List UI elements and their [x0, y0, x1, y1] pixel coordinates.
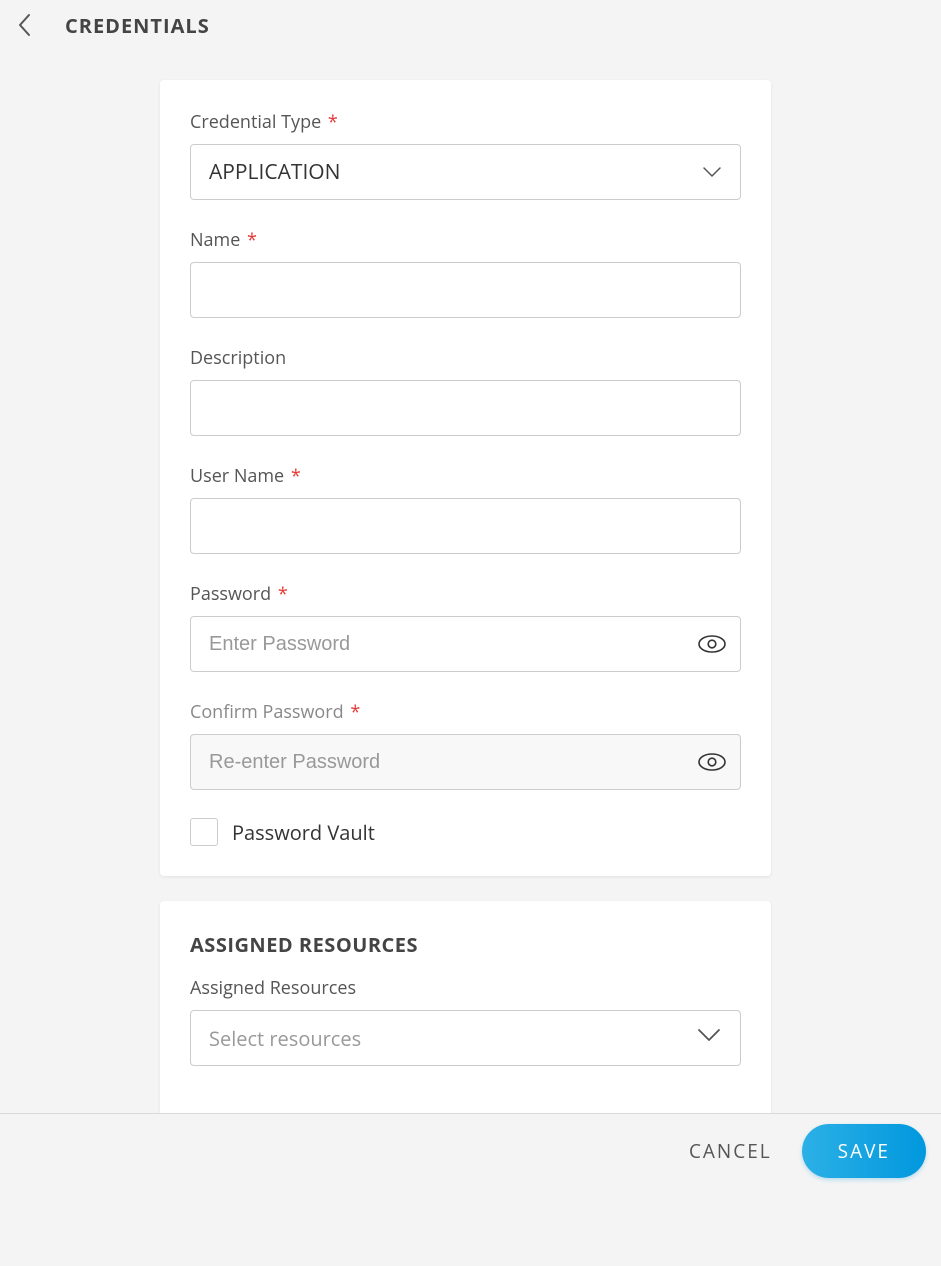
- assigned-resources-placeholder: Select resources: [209, 1025, 361, 1052]
- field-confirm-password: Confirm Password *: [190, 700, 741, 790]
- field-description: Description: [190, 346, 741, 436]
- password-input[interactable]: [190, 616, 741, 672]
- label-password: Password *: [190, 582, 741, 606]
- eye-icon: [698, 753, 726, 771]
- field-assigned-resources: Assigned Resources Select resources: [190, 976, 741, 1066]
- chevron-down-icon: [702, 158, 722, 186]
- password-vault-row: Password Vault: [190, 818, 741, 846]
- user-name-input[interactable]: [190, 498, 741, 554]
- credentials-card: Credential Type * APPLICATION Name * Des…: [160, 80, 771, 876]
- save-button[interactable]: SAVE: [802, 1124, 926, 1178]
- assigned-resources-title: ASSIGNED RESOURCES: [190, 931, 741, 958]
- credential-type-select[interactable]: APPLICATION: [190, 144, 741, 200]
- field-credential-type: Credential Type * APPLICATION: [190, 110, 741, 200]
- toggle-confirm-password-visibility[interactable]: [697, 747, 727, 777]
- confirm-password-input-wrap: [190, 734, 741, 790]
- page-header: CREDENTIALS: [0, 0, 941, 50]
- password-vault-label: Password Vault: [232, 819, 375, 846]
- page-title: CREDENTIALS: [65, 12, 210, 39]
- label-credential-type: Credential Type *: [190, 110, 741, 134]
- required-marker: *: [273, 582, 288, 606]
- field-password: Password *: [190, 582, 741, 672]
- label-name: Name *: [190, 228, 741, 252]
- label-description: Description: [190, 346, 741, 370]
- password-input-wrap: [190, 616, 741, 672]
- assigned-resources-select[interactable]: Select resources: [190, 1010, 741, 1066]
- password-vault-checkbox[interactable]: [190, 818, 218, 846]
- required-marker: *: [323, 110, 338, 134]
- required-marker: *: [286, 464, 301, 488]
- credential-type-value: APPLICATION: [209, 158, 340, 186]
- eye-icon: [698, 635, 726, 653]
- chevron-left-icon: [16, 12, 34, 38]
- required-marker: *: [346, 700, 361, 724]
- confirm-password-input: [190, 734, 741, 790]
- required-marker: *: [242, 228, 257, 252]
- field-name: Name *: [190, 228, 741, 318]
- cancel-button[interactable]: CANCEL: [689, 1138, 772, 1164]
- chevron-down-icon: [696, 1022, 722, 1055]
- footer-bar: CANCEL SAVE: [0, 1113, 941, 1188]
- label-confirm-password: Confirm Password *: [190, 700, 741, 724]
- assigned-resources-card: ASSIGNED RESOURCES Assigned Resources Se…: [160, 901, 771, 1121]
- back-button[interactable]: [10, 10, 40, 40]
- field-user-name: User Name *: [190, 464, 741, 554]
- description-input[interactable]: [190, 380, 741, 436]
- label-assigned-resources: Assigned Resources: [190, 976, 741, 1000]
- toggle-password-visibility[interactable]: [697, 629, 727, 659]
- label-user-name: User Name *: [190, 464, 741, 488]
- name-input[interactable]: [190, 262, 741, 318]
- content-area: Credential Type * APPLICATION Name * Des…: [0, 50, 941, 1266]
